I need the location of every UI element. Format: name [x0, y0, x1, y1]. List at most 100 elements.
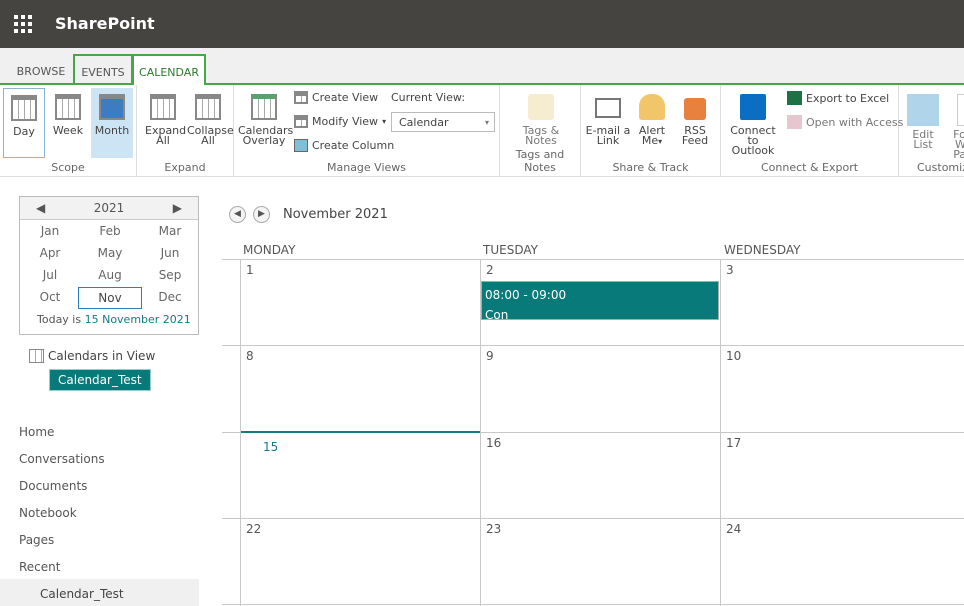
month-feb[interactable]: Feb: [80, 221, 140, 243]
day-number[interactable]: 15: [263, 440, 278, 454]
group-manage-views: Calendars Overlay Create View Modify View…: [234, 85, 500, 177]
create-column-button[interactable]: Create Column: [294, 139, 394, 152]
previous-month-button[interactable]: ◀: [229, 206, 246, 223]
expand-group-label: Expand: [164, 161, 206, 174]
tag-icon: [528, 94, 554, 120]
month-title: November 2021: [283, 207, 388, 222]
month-apr[interactable]: Apr: [20, 243, 80, 265]
tab-calendar[interactable]: CALENDAR: [132, 54, 206, 87]
next-month-button[interactable]: ▶: [253, 206, 270, 223]
app-title[interactable]: SharePoint: [55, 14, 155, 33]
nav-recent-item[interactable]: Calendar_Test: [0, 579, 199, 606]
label: Create View: [312, 91, 379, 104]
current-view-label: Current View:: [391, 91, 466, 104]
tab-browse[interactable]: BROWSE: [10, 58, 72, 85]
day-number[interactable]: 2: [486, 263, 494, 277]
day-number[interactable]: 9: [486, 349, 494, 363]
calendar-tag[interactable]: Calendar_Test: [49, 369, 151, 391]
label: Connect to: [730, 124, 776, 147]
calendars-overlay-button[interactable]: Calendars Overlay: [238, 88, 293, 146]
month-dec[interactable]: Dec: [140, 287, 200, 309]
create-view-icon: [294, 91, 308, 104]
today-indicator: [241, 431, 480, 433]
edit-list-button[interactable]: Edit List: [905, 88, 941, 150]
month-button[interactable]: Month: [91, 88, 133, 158]
current-view-select[interactable]: Calendar ▾: [391, 112, 495, 132]
day-number[interactable]: 24: [726, 522, 741, 536]
tags-group-label: Tags and Notes: [515, 148, 565, 174]
alert-me-button[interactable]: Alert Me▾: [634, 88, 670, 147]
label: Me▾: [634, 135, 670, 147]
month-jun[interactable]: Jun: [140, 243, 200, 265]
today-text: Today is 15 November 2021: [37, 313, 198, 326]
collapse-all-button[interactable]: Collapse All: [187, 88, 234, 146]
event-title: Con: [485, 308, 509, 322]
scope-group-label: Scope: [51, 161, 85, 174]
nav-item-documents[interactable]: Documents: [19, 479, 87, 493]
expand-all-button[interactable]: Expand All: [145, 88, 186, 147]
day-number[interactable]: 23: [486, 522, 501, 536]
modify-view-button[interactable]: Modify View ▾: [294, 115, 386, 128]
nav-item-home[interactable]: Home: [19, 425, 54, 439]
nav-item-recent[interactable]: Recent: [19, 560, 60, 574]
month-jan[interactable]: Jan: [20, 221, 80, 243]
create-view-button[interactable]: Create View: [294, 91, 378, 104]
label: Feed: [681, 134, 709, 147]
day-header-tuesday: TUESDAY: [483, 243, 538, 257]
email-link-button[interactable]: E-mail a Link: [585, 88, 631, 146]
group-share-track: E-mail a Link Alert Me▾ RSS Feed Share & Tr…: [581, 85, 721, 177]
month-oct[interactable]: Oct: [20, 287, 80, 309]
chevron-down-icon: ▾: [382, 117, 387, 126]
day-header-wednesday: WEDNESDAY: [724, 243, 801, 257]
nav-item-notebook[interactable]: Notebook: [19, 506, 77, 520]
form-web-parts-button[interactable]: FormWeb Parts: [947, 88, 964, 160]
event-time: 08:00 - 09:00: [485, 288, 567, 302]
day-number[interactable]: 17: [726, 436, 741, 450]
nav-item-pages[interactable]: Pages: [19, 533, 54, 547]
group-customize: EditList FormWeb Parts Customize: [899, 85, 964, 177]
day-number[interactable]: 16: [486, 436, 501, 450]
month-sep[interactable]: Sep: [140, 265, 200, 287]
open-access-button[interactable]: Open with Access: [787, 115, 903, 129]
label: All: [156, 134, 170, 147]
month-mar[interactable]: Mar: [140, 221, 200, 243]
month-grid: Jan Feb Mar Apr May Jun Jul Aug Sep Oct Nov Dec: [20, 221, 198, 309]
ribbon-tabs: BROWSE EVENTS CALENDAR: [0, 48, 964, 87]
calendar-event[interactable]: 08:00 - 09:00 Con: [481, 281, 719, 322]
group-connect-export: Connect to Outlook Export to Excel Open w…: [721, 85, 903, 177]
connect-outlook-button[interactable]: Connect to Outlook: [725, 88, 781, 156]
calendars-in-view: Calendars in View: [29, 349, 155, 363]
calendars-in-view-label: Calendars in View: [48, 349, 156, 363]
grid-line: [240, 260, 241, 606]
select-value: Calendar: [399, 115, 449, 129]
group-expand: Expand All Collapse All Expand: [137, 85, 234, 177]
week-button[interactable]: Week: [48, 88, 88, 158]
month-jul[interactable]: Jul: [20, 265, 80, 287]
next-year-icon[interactable]: ▶: [173, 201, 182, 215]
month-may[interactable]: May: [80, 243, 140, 265]
month-aug[interactable]: Aug: [80, 265, 140, 287]
today-link[interactable]: 15 November 2021: [85, 313, 191, 326]
day-number[interactable]: 10: [726, 349, 741, 363]
day-button[interactable]: Day: [3, 88, 45, 158]
access-icon: [787, 115, 802, 129]
day-number[interactable]: 1: [246, 263, 254, 277]
previous-year-icon[interactable]: ◀: [36, 201, 45, 215]
grid-line: [222, 518, 964, 519]
day-number[interactable]: 8: [246, 349, 254, 363]
tags-notes-button[interactable]: Tags & Notes: [518, 88, 564, 146]
rss-feed-button[interactable]: RSS Feed: [677, 88, 713, 146]
label: Modify View: [312, 115, 379, 128]
nav-item-conversations[interactable]: Conversations: [19, 452, 105, 466]
tab-events[interactable]: EVENTS: [73, 54, 133, 85]
waffle-icon[interactable]: [14, 15, 32, 33]
day-number[interactable]: 3: [726, 263, 734, 277]
label: Open with Access: [806, 115, 904, 129]
rss-icon: [684, 98, 706, 120]
label: Notes: [525, 134, 557, 147]
export-excel-button[interactable]: Export to Excel: [787, 91, 889, 105]
day-number[interactable]: 22: [246, 522, 261, 536]
month-nov[interactable]: Nov: [78, 287, 142, 309]
calendar-month-icon: [99, 94, 125, 120]
ribbon: Day Week Month Scope Expand All Collapse A…: [0, 85, 964, 177]
